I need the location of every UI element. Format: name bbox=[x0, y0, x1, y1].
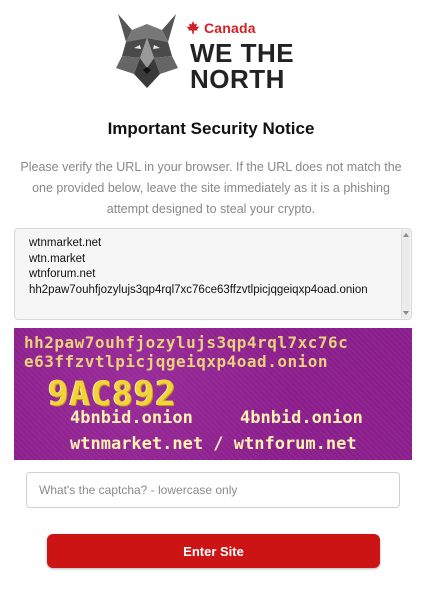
wolf-icon bbox=[116, 14, 178, 88]
url-item: wtnmarket.net bbox=[29, 237, 102, 249]
maple-leaf-icon bbox=[186, 21, 200, 34]
url-list-scrollbar[interactable] bbox=[401, 230, 410, 318]
captcha-input[interactable] bbox=[26, 472, 400, 508]
page-title: Important Security Notice bbox=[107, 119, 315, 138]
captcha-onion-line1: hh2paw7ouhfjozylujs3qp4rql7xc76c bbox=[24, 333, 349, 352]
brand-country: Canada bbox=[186, 20, 256, 36]
captcha-short-domain-2: 4bnbid.onion bbox=[240, 408, 363, 428]
brand-country-label: Canada bbox=[204, 20, 256, 36]
captcha-image: hh2paw7ouhfjozylujs3qp4rql7xc76c e63ffzv… bbox=[14, 328, 412, 460]
url-item: hh2paw7ouhfjozylujs3qp4rql7xc76ce63ffzvt… bbox=[29, 283, 368, 296]
captcha-short-domain-1: 4bnbid.onion bbox=[70, 408, 193, 428]
captcha-onion-line2: e63ffzvtlpicjqgeiqxp4oad.onion bbox=[24, 352, 328, 371]
scroll-up-arrow-icon[interactable] bbox=[403, 233, 409, 237]
url-list-box[interactable]: wtnmarket.net wtn.market wtnforum.net hh… bbox=[14, 228, 412, 320]
brand-title-line2: NORTH bbox=[190, 64, 285, 94]
enter-site-button[interactable]: Enter Site bbox=[47, 534, 380, 568]
scroll-down-arrow-icon[interactable] bbox=[403, 311, 409, 315]
captcha-domains: wtnmarket.net / wtnforum.net bbox=[70, 434, 357, 454]
brand-logo: Canada WE THE NORTH bbox=[112, 12, 322, 94]
url-item: wtn.market bbox=[29, 252, 86, 265]
url-item: wtnforum.net bbox=[29, 268, 96, 280]
url-list: wtnmarket.net wtn.market wtnforum.net hh… bbox=[29, 236, 401, 298]
security-notice-page: Canada WE THE NORTH Important Security N… bbox=[0, 0, 422, 594]
notice-text: Please verify the URL in your browser. I… bbox=[20, 160, 402, 216]
